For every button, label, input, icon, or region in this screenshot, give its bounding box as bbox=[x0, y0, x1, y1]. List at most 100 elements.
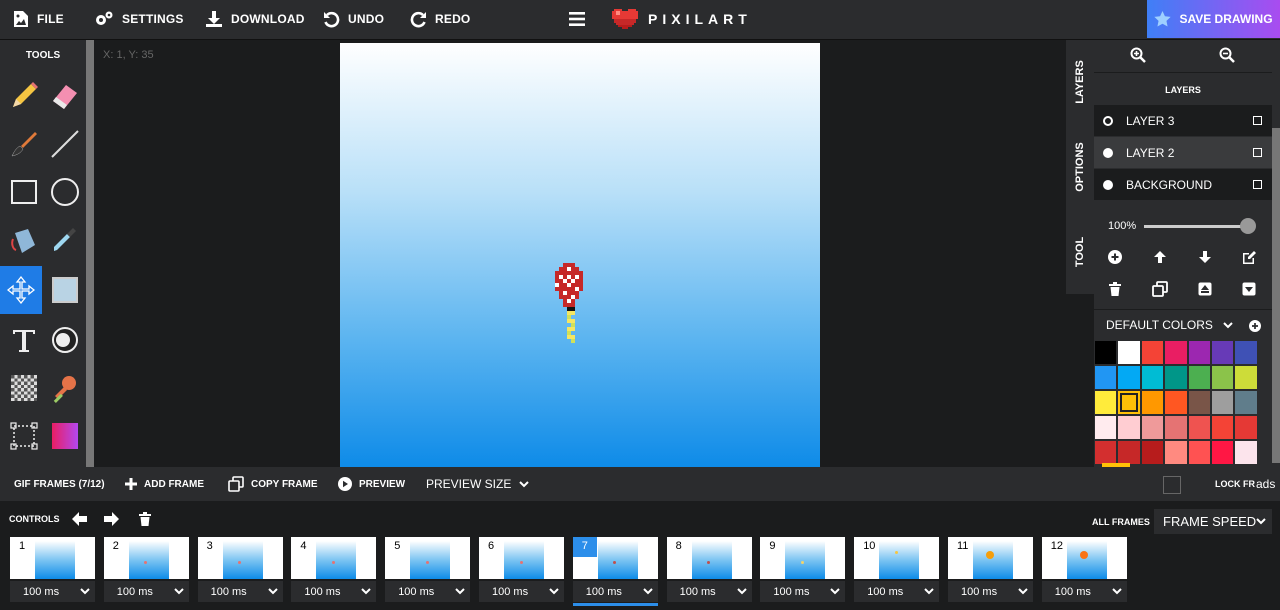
color-swatch[interactable] bbox=[1187, 390, 1211, 415]
frame-speed-dropdown[interactable]: 100 ms bbox=[385, 581, 471, 602]
color-swatch[interactable] bbox=[1094, 340, 1118, 365]
color-swatch[interactable] bbox=[1164, 340, 1188, 365]
color-swatch[interactable] bbox=[1234, 340, 1258, 365]
color-swatch[interactable] bbox=[1187, 340, 1211, 365]
color-swatch[interactable] bbox=[1140, 415, 1165, 440]
line-tool[interactable] bbox=[44, 120, 86, 168]
preview-button[interactable]: PREVIEW bbox=[338, 467, 405, 501]
zoom-out-button[interactable] bbox=[1218, 46, 1236, 64]
frame-speed-dropdown[interactable]: 100 ms bbox=[103, 581, 189, 602]
color-swatch[interactable] bbox=[1094, 390, 1118, 415]
layer-checkbox[interactable] bbox=[1253, 116, 1262, 125]
color-swatch[interactable] bbox=[1234, 365, 1258, 390]
color-swatch[interactable] bbox=[1140, 365, 1165, 390]
rectangle-tool[interactable] bbox=[3, 168, 45, 216]
frame-speed-dropdown[interactable]: 100 ms bbox=[666, 581, 752, 602]
rename-layer-button[interactable] bbox=[1240, 248, 1258, 266]
circle-tool[interactable] bbox=[44, 168, 86, 216]
color-swatch[interactable] bbox=[1140, 440, 1165, 465]
color-swatch[interactable] bbox=[1117, 440, 1141, 465]
frame-preview[interactable]: 2 bbox=[103, 537, 189, 579]
tab-options[interactable]: OPTIONS bbox=[1066, 125, 1094, 209]
tab-tool[interactable]: TOOL bbox=[1066, 210, 1094, 294]
frame-thumbnail[interactable]: 3 100 ms bbox=[197, 537, 283, 604]
color-swatch[interactable] bbox=[1187, 415, 1211, 440]
frame-preview[interactable]: 11 bbox=[948, 537, 1033, 579]
frame-speed-dropdown[interactable]: 100 ms bbox=[948, 581, 1033, 602]
color-swatch[interactable] bbox=[1187, 440, 1211, 465]
duplicate-layer-button[interactable] bbox=[1151, 280, 1169, 298]
frame-speed-dropdown[interactable]: 100 ms bbox=[291, 581, 377, 602]
layer-opacity-slider-knob[interactable] bbox=[1240, 218, 1256, 234]
color-swatch[interactable] bbox=[1210, 415, 1235, 440]
color-swatch[interactable] bbox=[1117, 365, 1141, 390]
merge-up-button[interactable] bbox=[1196, 280, 1214, 298]
preview-size-dropdown[interactable]: PREVIEW SIZE bbox=[426, 467, 530, 501]
frame-thumbnail[interactable]: 5 100 ms bbox=[385, 537, 471, 604]
save-drawing-button[interactable]: SAVE DRAWING bbox=[1147, 0, 1280, 38]
frame-speed-dropdown[interactable]: 100 ms bbox=[854, 581, 940, 602]
color-swatch[interactable] bbox=[1140, 390, 1165, 415]
frame-thumbnail[interactable]: 4 100 ms bbox=[291, 537, 377, 604]
color-swatch[interactable] bbox=[1234, 440, 1258, 465]
frame-speed-dropdown[interactable]: 100 ms bbox=[10, 581, 95, 602]
eyedropper-tool[interactable] bbox=[44, 216, 86, 264]
text-tool[interactable] bbox=[3, 316, 45, 364]
frame-speed-dropdown[interactable]: 100 ms bbox=[572, 581, 658, 602]
color-swatch[interactable] bbox=[1187, 365, 1211, 390]
lock-frame-checkbox[interactable] bbox=[1163, 476, 1181, 494]
color-swatch[interactable] bbox=[1117, 340, 1141, 365]
frame-thumbnail[interactable]: 7 100 ms bbox=[572, 537, 658, 606]
frame-speed-dropdown[interactable]: 100 ms bbox=[760, 581, 846, 602]
move-layer-up-button[interactable] bbox=[1151, 248, 1169, 266]
frame-thumbnail[interactable]: 9 100 ms bbox=[760, 537, 846, 604]
tab-layers[interactable]: LAYERS bbox=[1066, 40, 1094, 124]
merge-down-button[interactable] bbox=[1240, 280, 1258, 298]
frame-thumbnail[interactable]: 11 100 ms bbox=[948, 537, 1033, 604]
frame-preview[interactable]: 3 bbox=[197, 537, 283, 579]
color-swatch[interactable] bbox=[1117, 390, 1141, 415]
delete-frame-button[interactable] bbox=[139, 512, 151, 531]
delete-layer-button[interactable] bbox=[1106, 280, 1124, 298]
frame-thumbnail[interactable]: 2 100 ms bbox=[103, 537, 189, 604]
color-swatch[interactable] bbox=[1094, 365, 1118, 390]
add-frame-button[interactable]: ADD FRAME bbox=[125, 467, 204, 501]
file-menu[interactable]: FILE bbox=[13, 0, 64, 38]
frame-speed-dropdown[interactable]: 100 ms bbox=[479, 581, 564, 602]
color-swatch[interactable] bbox=[1234, 390, 1258, 415]
layer-checkbox[interactable] bbox=[1253, 148, 1262, 157]
tools-scrollbar[interactable] bbox=[86, 40, 94, 467]
frame-preview[interactable]: 12 bbox=[1041, 537, 1127, 579]
layer-visibility-icon[interactable] bbox=[1103, 115, 1113, 126]
brush-tool[interactable] bbox=[3, 120, 45, 168]
layer-row-background[interactable]: BACKGROUND bbox=[1094, 169, 1272, 200]
right-panel-scrollbar-thumb[interactable] bbox=[1272, 128, 1280, 463]
dither-tool[interactable] bbox=[3, 364, 45, 412]
frame-thumbnail[interactable]: 12 100 ms bbox=[1041, 537, 1127, 604]
drawing-canvas[interactable] bbox=[340, 43, 820, 467]
color-swatch[interactable] bbox=[1094, 440, 1118, 465]
layer-checkbox[interactable] bbox=[1253, 180, 1262, 189]
frame-preview[interactable]: 5 bbox=[385, 537, 471, 579]
color-swatch[interactable] bbox=[1210, 390, 1235, 415]
select-color-tool[interactable] bbox=[44, 266, 86, 314]
layer-row-layer-3[interactable]: LAYER 3 bbox=[1094, 105, 1272, 136]
color-swatch[interactable] bbox=[1210, 365, 1235, 390]
frame-speed-dropdown[interactable]: 100 ms bbox=[197, 581, 283, 602]
layer-visibility-icon[interactable] bbox=[1103, 179, 1113, 190]
color-swatch[interactable] bbox=[1094, 415, 1118, 440]
move-frame-left-button[interactable] bbox=[72, 512, 87, 531]
frame-preview[interactable]: 7 bbox=[572, 537, 658, 579]
layer-row-layer-2[interactable]: LAYER 2 bbox=[1094, 137, 1272, 168]
frame-preview[interactable]: 9 bbox=[760, 537, 846, 579]
palette-selector[interactable]: DEFAULT COLORS bbox=[1106, 318, 1233, 332]
color-swatch[interactable] bbox=[1140, 340, 1165, 365]
color-swatch[interactable] bbox=[1234, 415, 1258, 440]
copy-frame-button[interactable]: COPY FRAME bbox=[228, 467, 318, 501]
frame-speed-select[interactable]: FRAME SPEED bbox=[1154, 509, 1272, 534]
color-swatch[interactable] bbox=[1210, 340, 1235, 365]
frame-thumbnail[interactable]: 1 100 ms bbox=[10, 537, 95, 604]
frame-preview[interactable]: 6 bbox=[479, 537, 564, 579]
color-swatch[interactable] bbox=[1164, 390, 1188, 415]
hamburger-menu-button[interactable] bbox=[569, 0, 593, 38]
